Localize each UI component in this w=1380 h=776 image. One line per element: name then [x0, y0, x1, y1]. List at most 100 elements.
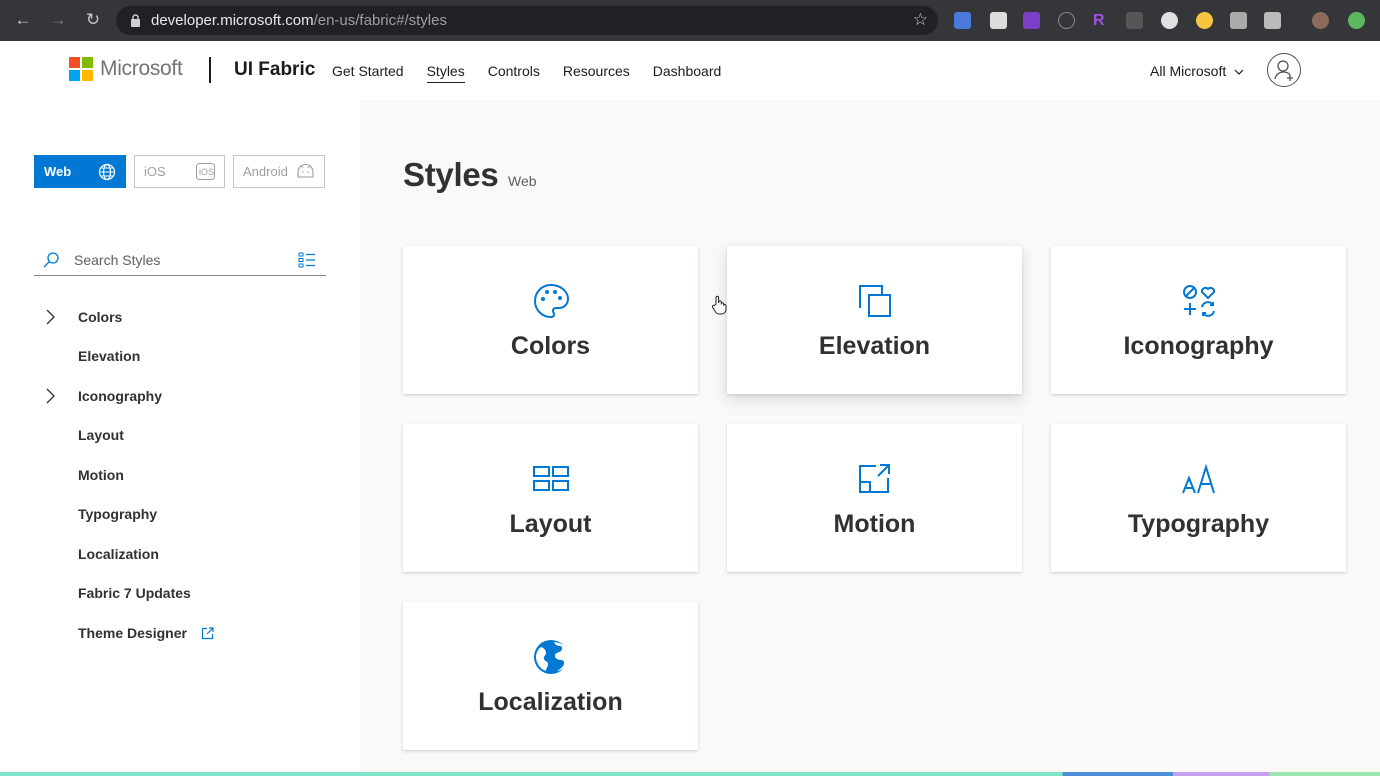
sign-in-avatar-icon[interactable] [1267, 53, 1301, 87]
h-extension-icon[interactable] [1230, 12, 1247, 29]
nav-styles[interactable]: Styles [426, 63, 465, 83]
card-elevation[interactable]: Elevation [727, 246, 1022, 394]
sidebar-item-theme-designer[interactable]: Theme Designer [0, 613, 360, 653]
reload-icon[interactable]: ↻ [82, 9, 104, 31]
sidebar-item-layout[interactable]: Layout [0, 416, 360, 456]
card-title: Colors [510, 332, 591, 360]
brand-title[interactable]: UI Fabric [234, 59, 315, 81]
platform-android-button[interactable]: Android [233, 155, 325, 188]
address-bar[interactable]: developer.microsoft.com/en-us/fabric#/st… [116, 6, 938, 35]
chevron-right-icon[interactable] [44, 387, 56, 405]
mail-extension-icon[interactable] [990, 12, 1007, 29]
sidebar-item-label: Motion [78, 466, 124, 483]
card-title: Motion [833, 510, 916, 538]
nav-dashboard[interactable]: Dashboard [653, 63, 722, 83]
all-microsoft-menu[interactable]: All Microsoft [1150, 63, 1244, 79]
sidebar-item-label: Layout [78, 427, 124, 444]
typography-icon [1181, 463, 1215, 494]
svg-text:iOS: iOS [199, 167, 214, 177]
onenote-extension-icon[interactable] [1023, 12, 1040, 29]
sidebar-item-typography[interactable]: Typography [0, 495, 360, 535]
card-motion[interactable]: Motion [727, 424, 1022, 572]
sidebar-nav: Colors Elevation Iconography Layout Moti… [0, 297, 360, 653]
sidebar-item-label-wrap: Theme Designer [78, 625, 214, 641]
hand-cursor-icon [711, 295, 727, 315]
card-title: Iconography [1123, 332, 1274, 360]
platform-label: Android [243, 164, 288, 179]
platform-web-button[interactable]: Web [34, 155, 126, 188]
main-content: Styles Web Colors Elevation Iconography … [360, 100, 1380, 776]
all-microsoft-label: All Microsoft [1150, 63, 1227, 79]
profile-avatar-icon[interactable] [1312, 12, 1329, 29]
page-subtitle: Web [508, 173, 537, 189]
update-extension-icon[interactable] [1348, 12, 1365, 29]
back-icon[interactable]: ← [12, 9, 34, 31]
nav-resources[interactable]: Resources [563, 63, 630, 83]
sidebar-item-label: Iconography [78, 387, 163, 404]
palette-icon [533, 283, 569, 319]
card-typography[interactable]: Typography [1051, 424, 1346, 572]
sidebar-item-iconography[interactable]: Iconography [0, 376, 360, 416]
browser-toolbar: ← → ↻ developer.microsoft.com/en-us/fabr… [0, 0, 1380, 41]
sidebar-item-elevation[interactable]: Elevation [0, 337, 360, 377]
search-input[interactable] [74, 252, 274, 268]
nav-get-started[interactable]: Get Started [332, 63, 404, 83]
url-text: developer.microsoft.com/en-us/fabric#/st… [151, 12, 447, 29]
top-nav: Get Started Styles Controls Resources Da… [332, 63, 744, 83]
sidebar: Web iOS iOS Android Colors Elevation Ico… [0, 100, 360, 776]
forward-icon[interactable]: → [47, 9, 69, 31]
sidebar-item-colors[interactable]: Colors [0, 297, 360, 337]
tb-extension-icon[interactable] [1264, 12, 1281, 29]
circle-extension-icon[interactable] [1161, 12, 1178, 29]
card-localization[interactable]: Localization [403, 602, 698, 750]
ios-icon: iOS [196, 163, 215, 180]
r-extension-icon[interactable]: R [1093, 12, 1110, 29]
sidebar-item-label: Localization [78, 545, 159, 562]
platform-selector: Web iOS iOS Android [34, 155, 333, 188]
card-title: Layout [509, 510, 592, 538]
camera-extension-icon[interactable] [954, 12, 971, 29]
globe-icon [98, 163, 116, 180]
sidebar-item-label: Colors [78, 308, 123, 325]
emoji-extension-icon[interactable] [1196, 12, 1213, 29]
sidebar-item-motion[interactable]: Motion [0, 455, 360, 495]
sidebar-item-fabric-7-updates[interactable]: Fabric 7 Updates [0, 574, 360, 614]
chevron-right-icon[interactable] [44, 308, 56, 326]
nav-controls[interactable]: Controls [488, 63, 540, 83]
site-header: Microsoft UI Fabric Get Started Styles C… [0, 41, 1380, 100]
microsoft-logo-icon[interactable] [69, 57, 93, 81]
layout-icon [532, 466, 569, 491]
chevron-down-icon [1234, 69, 1244, 75]
external-link-icon [201, 627, 214, 639]
sidebar-item-localization[interactable]: Localization [0, 534, 360, 574]
info-extension-icon[interactable] [1058, 12, 1075, 29]
card-layout[interactable]: Layout [403, 424, 698, 572]
search-box [34, 245, 326, 276]
card-iconography[interactable]: Iconography [1051, 246, 1346, 394]
platform-label: Web [44, 164, 72, 179]
card-title: Localization [478, 688, 623, 716]
search-icon [43, 252, 59, 268]
sidebar-item-label: Theme Designer [78, 624, 187, 641]
header-divider [209, 57, 211, 83]
sidebar-item-label: Elevation [78, 348, 141, 365]
bottom-accent-strip [0, 772, 1380, 776]
platform-label: iOS [144, 164, 166, 179]
microsoft-wordmark[interactable]: Microsoft [100, 57, 183, 81]
bookmark-star-icon[interactable]: ☆ [913, 10, 928, 30]
page-title: Styles [403, 156, 499, 193]
card-title: Elevation [818, 332, 931, 360]
android-icon [297, 164, 314, 178]
card-colors[interactable]: Colors [403, 246, 698, 394]
lock-icon [131, 14, 140, 27]
motion-icon [858, 464, 890, 493]
list-filter-icon[interactable] [298, 252, 316, 268]
iconography-icon [1182, 285, 1215, 317]
hq-extension-icon[interactable] [1126, 12, 1143, 29]
globe-icon [533, 640, 570, 674]
platform-ios-button[interactable]: iOS iOS [134, 155, 225, 188]
sidebar-item-label: Typography [78, 506, 158, 523]
sidebar-item-label: Fabric 7 Updates [78, 585, 191, 602]
elevation-icon [858, 285, 891, 317]
card-title: Typography [1127, 510, 1270, 538]
